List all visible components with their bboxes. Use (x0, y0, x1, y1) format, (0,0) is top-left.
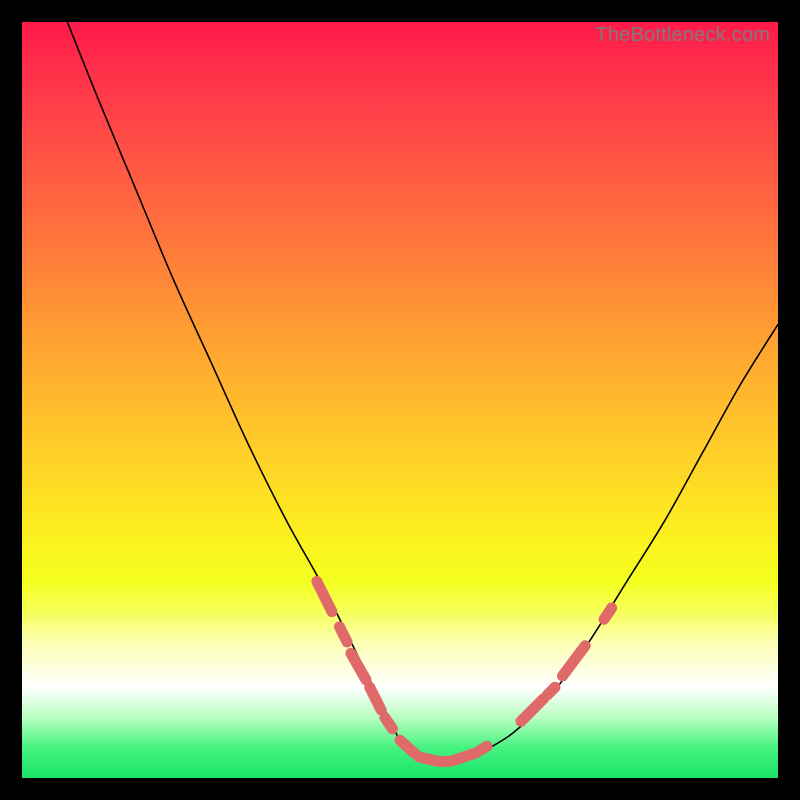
highlight-dash (604, 608, 612, 619)
highlight-dash (351, 653, 366, 679)
highlight-dash (521, 699, 544, 722)
chart-frame: TheBottleneck.com (22, 22, 778, 778)
highlight-dash (547, 687, 555, 695)
highlight-dash (563, 646, 586, 676)
bottleneck-curve (67, 22, 778, 764)
highlight-dash (479, 746, 487, 751)
highlight-dash (419, 757, 438, 762)
highlight-dash (340, 627, 348, 642)
highlight-dashes (317, 581, 612, 761)
chart-svg (22, 22, 778, 778)
highlight-dash (385, 718, 393, 729)
highlight-dash (370, 687, 381, 710)
highlight-dash (453, 753, 476, 761)
highlight-dash (400, 740, 415, 754)
highlight-dash (317, 581, 332, 611)
